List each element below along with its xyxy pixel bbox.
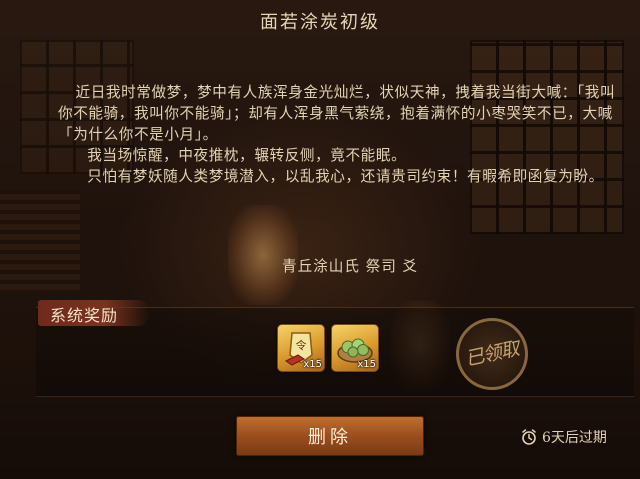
expiry-indicator: 6天后过期	[520, 427, 607, 447]
expiry-text: 6天后过期	[542, 430, 607, 446]
mail-paragraph: 近日我时常做梦，梦中有人族浑身金光灿烂，状似天神，拽着我当街大喊：「我叫你不能骑…	[58, 84, 616, 143]
alarm-clock-icon	[522, 429, 536, 445]
mail-signature: 青丘涂山氏 祭司 爻	[282, 258, 419, 275]
background-scene	[0, 0, 640, 479]
reward-item-dumpling-basket[interactable]: x15	[331, 324, 379, 372]
mail-title: 面若涂炭初级	[260, 12, 380, 33]
reward-qty: x15	[357, 359, 376, 370]
reward-item-order-token[interactable]: 令 x15	[277, 324, 325, 372]
delete-button[interactable]: 删除	[236, 416, 424, 456]
mail-paragraph: 只怕有梦妖随人类梦境潜入，以乱我心，还请贵司约束！有暇希即函复为盼。	[87, 168, 604, 185]
dim-overlay	[0, 0, 640, 479]
mail-paragraph: 我当场惊醒，中夜推枕，辗转反侧，竟不能眠。	[87, 147, 407, 164]
token-char: 令	[296, 338, 307, 352]
reward-qty: x15	[303, 359, 322, 370]
reward-label-ribbon: 系统奖励	[38, 300, 150, 326]
claimed-stamp-text: 已领取	[463, 337, 521, 371]
mail-body: 近日我时常做梦，梦中有人族浑身金光灿烂，状似天神，拽着我当街大喊：「我叫你不能骑…	[58, 82, 628, 187]
reward-label: 系统奖励	[50, 306, 119, 325]
